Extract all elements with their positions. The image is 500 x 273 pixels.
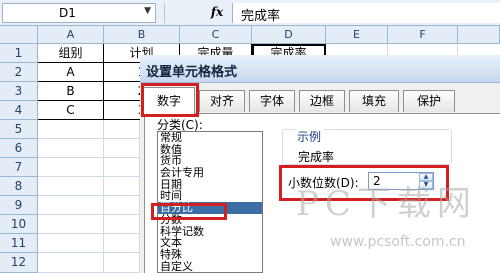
- cell-b6[interactable]: [104, 139, 140, 158]
- category-item-accounting[interactable]: 会计专用: [158, 167, 262, 179]
- cell-b10[interactable]: [104, 215, 140, 234]
- tab-protection[interactable]: 保护: [403, 90, 455, 112]
- cell-a8[interactable]: [38, 177, 104, 196]
- highlight-percentage-box: [151, 203, 227, 220]
- row-header-4[interactable]: 4: [0, 101, 38, 120]
- category-item-custom[interactable]: 自定义: [158, 261, 262, 272]
- sample-label: 示例: [295, 128, 324, 145]
- cell-a5[interactable]: [38, 120, 104, 139]
- column-header-e[interactable]: E: [326, 26, 388, 44]
- cell-b11[interactable]: [104, 234, 140, 253]
- cell-a11[interactable]: [38, 234, 104, 253]
- row-header-9[interactable]: 9: [0, 196, 38, 215]
- column-header-f[interactable]: F: [388, 26, 458, 44]
- category-item-special[interactable]: 特殊: [158, 249, 262, 261]
- row-header-7[interactable]: 7: [0, 158, 38, 177]
- formula-input[interactable]: 完成率: [232, 3, 500, 24]
- select-all-corner[interactable]: [0, 26, 38, 44]
- row-header-10[interactable]: 10: [0, 215, 38, 234]
- cell-b9[interactable]: [104, 196, 140, 215]
- row-header-5[interactable]: 5: [0, 120, 38, 139]
- cell-a10[interactable]: [38, 215, 104, 234]
- watermark-text: PC下载网: [296, 184, 477, 224]
- category-list[interactable]: 常规 数值 货币 会计专用 日期 时间 百分比 分数 科学记数 文本 特殊 自定…: [157, 131, 263, 273]
- cell-b5[interactable]: [104, 120, 140, 139]
- row-header-8[interactable]: 8: [0, 177, 38, 196]
- cell-a3[interactable]: B: [38, 82, 104, 101]
- tab-border[interactable]: 边框: [299, 90, 345, 112]
- column-header-b[interactable]: B: [104, 26, 180, 44]
- formula-bar-divider: [164, 3, 165, 23]
- column-header-g[interactable]: [458, 26, 500, 44]
- chevron-down-icon[interactable]: ▼: [144, 6, 151, 16]
- category-item-general[interactable]: 常规: [158, 132, 262, 144]
- row-header-11[interactable]: 11: [0, 234, 38, 253]
- sample-value: 完成率: [298, 150, 335, 164]
- cell-a2[interactable]: A: [38, 63, 104, 82]
- dialog-title: 设置单元格格式: [140, 55, 500, 83]
- column-header-c[interactable]: C: [180, 26, 252, 44]
- row-header-3[interactable]: 3: [0, 82, 38, 101]
- column-header-a[interactable]: A: [38, 26, 104, 44]
- cell-a7[interactable]: [38, 158, 104, 177]
- highlight-tab-box: [141, 83, 199, 117]
- cell-a12[interactable]: [38, 253, 104, 273]
- fx-icon[interactable]: fx: [206, 3, 228, 23]
- column-header-d[interactable]: D: [252, 26, 326, 44]
- tab-font[interactable]: 字体: [249, 90, 295, 112]
- cell-b8[interactable]: [104, 177, 140, 196]
- tab-fill[interactable]: 填充: [349, 90, 399, 112]
- cell-b7[interactable]: [104, 158, 140, 177]
- row-header-2[interactable]: 2: [0, 63, 38, 82]
- row-header-12[interactable]: 12: [0, 253, 38, 273]
- cell-a6[interactable]: [38, 139, 104, 158]
- name-box[interactable]: D1 ▼: [2, 3, 156, 23]
- name-box-value: D1: [59, 6, 76, 20]
- cell-a9[interactable]: [38, 196, 104, 215]
- watermark-url: www.pcsoft.com.cn: [330, 234, 466, 250]
- tab-alignment[interactable]: 对齐: [199, 90, 245, 112]
- row-header-1[interactable]: 1: [0, 44, 38, 63]
- row-header-6[interactable]: 6: [0, 139, 38, 158]
- cell-a4[interactable]: C: [38, 101, 104, 120]
- cell-a1[interactable]: 组别: [38, 44, 104, 63]
- cell-b12[interactable]: [104, 253, 140, 273]
